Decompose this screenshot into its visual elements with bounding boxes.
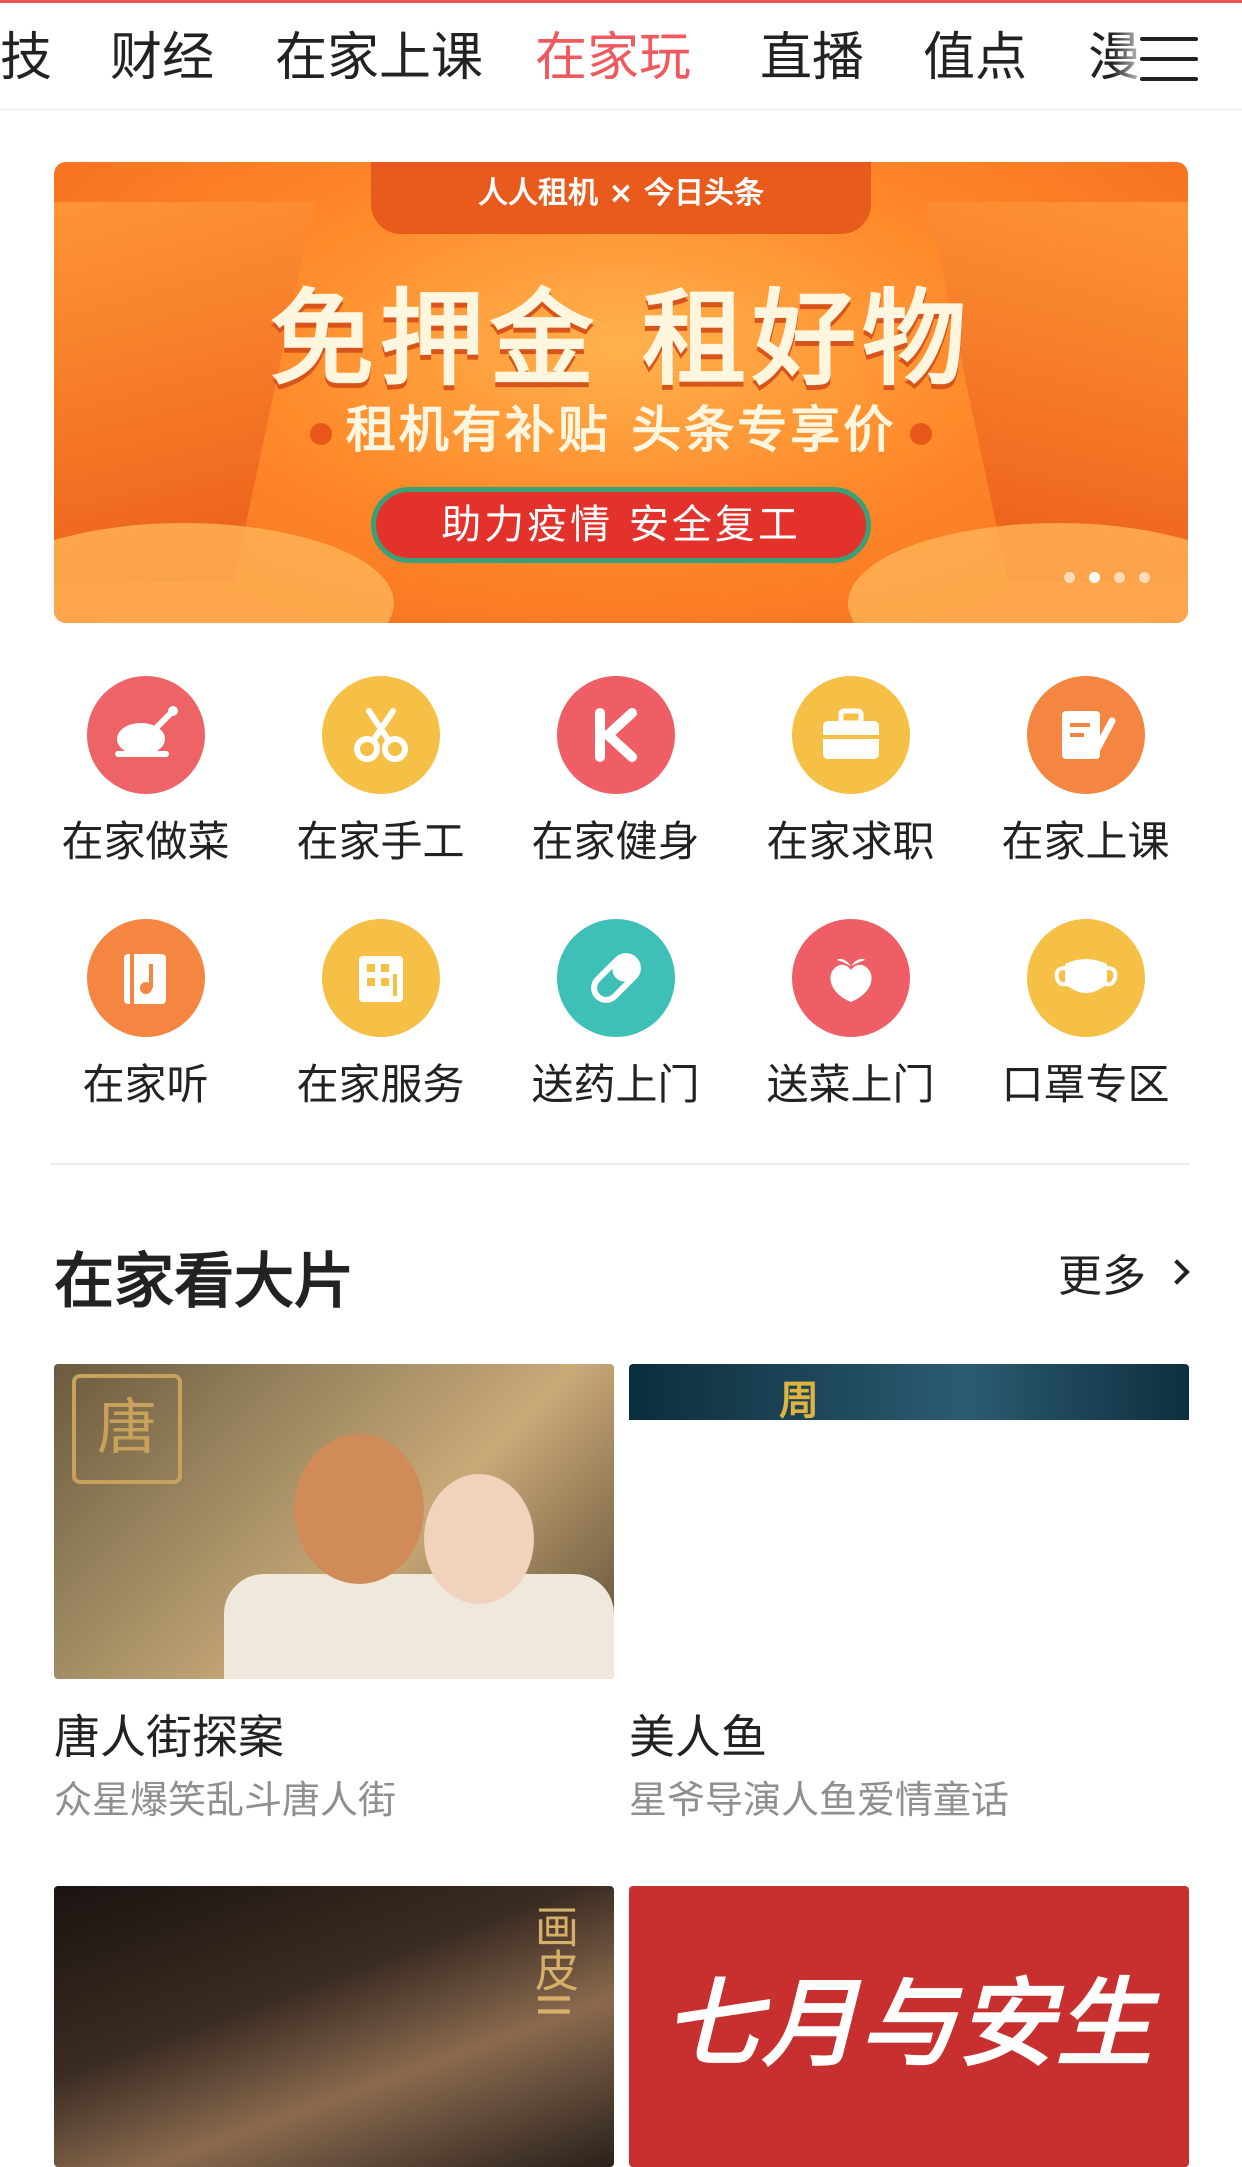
movie-poster: 画皮II [54,1886,614,2167]
tab-live[interactable]: 直播 [760,23,864,93]
movie-card[interactable]: 周 美人鱼 星爷导演人鱼爱情童话 [629,1364,1189,1825]
pill-icon [556,919,675,1037]
coin-icon [309,422,332,445]
category-home-fitness[interactable]: 在家健身 [498,676,733,868]
category-home-service[interactable]: 在家服务 [263,919,498,1111]
tab-tech[interactable]: 技 [0,23,52,93]
coin-icon [910,422,933,445]
movie-poster: 唐 [54,1364,614,1679]
movie-title: 唐人街探案 [54,1710,284,1764]
music-note-icon [86,919,205,1037]
movie-card[interactable]: 画皮II [54,1886,614,2167]
keep-k-icon [556,676,675,794]
category-medicine-delivery[interactable]: 送药上门 [498,919,733,1111]
briefcase-icon [791,676,910,794]
movie-poster: 七月与安生 [629,1886,1189,2167]
top-tab-bar: 技 财经 在家上课 在家玩 直播 值点 漫 [0,0,1242,110]
tab-home-class[interactable]: 在家上课 [275,23,483,93]
banner-brand: 人人租机 × 今日头条 [371,162,871,234]
movie-subtitle: 星爷导演人鱼爱情童话 [629,1778,1010,1822]
category-home-class[interactable]: 在家上课 [968,676,1203,868]
poster-title: 七月与安生 [664,1968,1154,2080]
movie-poster: 周 [629,1364,1189,1679]
scissors-icon [321,676,440,794]
movie-subtitle: 众星爆笑乱斗唐人街 [54,1778,397,1822]
poster-title: 画皮II [527,1904,578,2018]
category-home-crafts[interactable]: 在家手工 [263,676,498,868]
category-home-jobs[interactable]: 在家求职 [733,676,968,868]
menu-icon[interactable] [1140,37,1198,83]
movie-title: 美人鱼 [629,1710,767,1764]
section-divider [50,1163,1190,1165]
category-grocery-delivery[interactable]: 送菜上门 [733,919,968,1111]
banner-headline: 免押金 租好物 [269,278,973,400]
peach-icon [791,919,910,1037]
movie-card[interactable]: 七月与安生 [629,1886,1189,2167]
section-title: 在家看大片 [54,1247,354,1317]
promo-banner[interactable]: 人人租机 × 今日头条 免押金 租好物 租机有补贴 头条专享价 助力疫情 安全复… [54,162,1188,623]
movie-card[interactable]: 唐 唐人街探案 众星爆笑乱斗唐人街 [54,1364,614,1825]
banner-subline: 租机有补贴 头条专享价 [54,390,1188,462]
notebook-pen-icon [1026,676,1145,794]
more-link[interactable]: 更多 [1058,1240,1190,1304]
mask-icon [1026,919,1145,1037]
chevron-right-icon [1164,1259,1190,1285]
category-home-cooking[interactable]: 在家做菜 [28,676,263,868]
category-home-listen[interactable]: 在家听 [28,919,263,1111]
building-icon [321,919,440,1037]
category-mask-zone[interactable]: 口罩专区 [968,919,1203,1111]
poster-seal-icon: 唐 [72,1374,182,1484]
carousel-dots [1050,568,1150,587]
chicken-icon [86,676,205,794]
tab-finance[interactable]: 财经 [110,23,214,93]
tab-home-play[interactable]: 在家玩 [535,23,691,93]
banner-pill: 助力疫情 安全复工 [371,487,871,563]
tab-deals[interactable]: 值点 [923,23,1027,93]
